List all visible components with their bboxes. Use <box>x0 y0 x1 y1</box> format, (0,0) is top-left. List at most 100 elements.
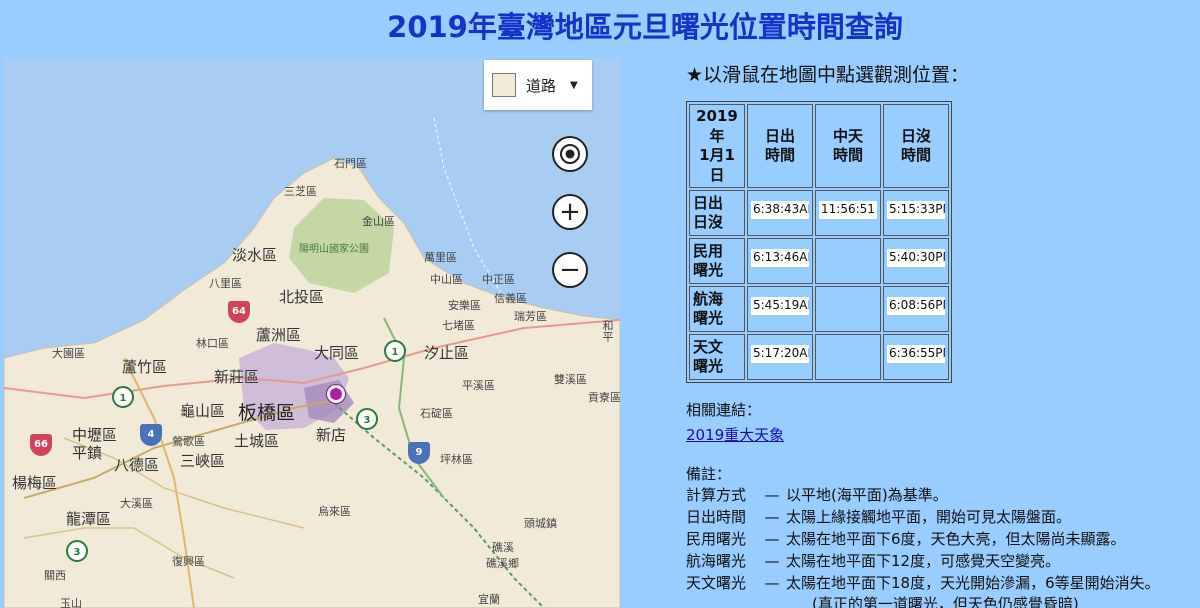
highway-4-shield: 4 <box>140 424 162 446</box>
map-label: 坪林區 <box>440 453 473 466</box>
map-label: 萬里區 <box>424 251 457 264</box>
map-label: 三峽區 <box>180 452 226 470</box>
map-label: 蘆洲區 <box>256 326 302 344</box>
astro-dusk-field[interactable]: 6:36:55PM <box>887 345 945 364</box>
civil-dawn-cell: 6:13:46AM <box>747 238 813 284</box>
map-label: 林口區 <box>196 337 229 350</box>
location-marker[interactable] <box>327 385 345 403</box>
sunset-time-cell: 5:15:33PM <box>883 190 949 236</box>
transit-time-cell: 11:56:51 <box>815 190 881 236</box>
map-label: 大溪區 <box>120 497 153 510</box>
caret-down-icon: ▼ <box>570 79 578 91</box>
row-label-nautical: 航海 曙光 <box>689 286 745 332</box>
map-label: 礁溪 <box>492 541 514 554</box>
empty-cell <box>815 238 881 284</box>
map-label: 平鎮 <box>72 444 103 462</box>
map-label: 復興區 <box>172 555 205 568</box>
highway-64-shield: 64 <box>228 301 250 323</box>
map-label: 楊梅區 <box>12 474 58 492</box>
note-item: 航海曙光 — 太陽在地平面下12度，可感覺天空變亮。 <box>686 552 1061 570</box>
map-label: 頭城鎮 <box>524 517 557 530</box>
civil-dusk-cell: 5:40:30PM <box>883 238 949 284</box>
map-label: 七堵區 <box>442 319 475 332</box>
info-panel: ★以滑鼠在地圖中點選觀測位置： 2019年 1月1日 日出 時間 中天 時間 日沒時… <box>686 60 1196 608</box>
map-label: 三芝區 <box>284 185 317 198</box>
map-label: 蘆竹區 <box>122 358 168 376</box>
map-label: 八德區 <box>114 456 160 474</box>
map-label: 和平 <box>601 320 614 342</box>
map-label: 信義區 <box>494 292 527 305</box>
map-label: 中山區 <box>430 273 463 286</box>
note-extra: (真正的第一道曙光，但天色仍感覺昏暗) <box>812 595 1079 608</box>
map-label: 玉山 <box>60 597 82 608</box>
map-label: 陽明山國家公園 <box>299 244 369 255</box>
sunrise-time-cell: 6:38:43AM <box>747 190 813 236</box>
locate-me-button[interactable] <box>552 136 588 172</box>
sunrise-time-field[interactable]: 6:38:43AM <box>751 201 809 220</box>
corner-year: 2019年 <box>696 107 738 145</box>
map-label: 中正區 <box>482 273 515 286</box>
target-icon <box>560 144 580 164</box>
minus-icon: − <box>559 255 581 285</box>
transit-time-field[interactable]: 11:56:51 <box>819 201 877 220</box>
sunset-time-field[interactable]: 5:15:33PM <box>887 201 945 220</box>
notes-title: 備註： <box>686 465 732 483</box>
map-label: 新店 <box>316 426 347 444</box>
freeway-1-shield: 1 <box>112 386 134 408</box>
astronomy-events-link[interactable]: 2019重大天象 <box>686 424 784 445</box>
map-canvas[interactable]: 石門區 三芝區 金山區 陽明山國家公園 淡水區 萬里區 八里區 北投區 中山區 … <box>4 58 620 608</box>
table-header-row: 2019年 1月1日 日出 時間 中天 時間 日沒 時間 <box>689 104 949 188</box>
nautical-dawn-cell: 5:45:19AM <box>747 286 813 332</box>
map-label: 平溪區 <box>462 379 495 392</box>
map-label: 北投區 <box>279 288 325 306</box>
note-item: 日出時間 — 太陽上緣接觸地平面，開始可見太陽盤面。 <box>686 508 1072 526</box>
note-item: 天文曙光 — 太陽在地平面下18度，天光開始滲漏，6等星開始消失。 <box>686 574 1160 592</box>
map-label: 石門區 <box>334 157 367 170</box>
row-label-sunrise-sunset: 日出 日沒 <box>689 190 745 236</box>
map-layer-label: 道路 <box>526 76 557 95</box>
map-label: 雙溪區 <box>554 373 587 386</box>
table-row: 航海曙光 5:45:19AM 6:08:56PM <box>689 286 949 332</box>
map-label: 龜山區 <box>180 402 226 420</box>
nautical-dusk-field[interactable]: 6:08:56PM <box>887 297 945 316</box>
note-item: 民用曙光 — 太陽在地平面下6度，天色大亮，但太陽尚未顯露。 <box>686 530 1126 548</box>
nautical-dusk-cell: 6:08:56PM <box>883 286 949 332</box>
freeway-3-shield: 3 <box>356 408 378 430</box>
table-row: 日出日沒 6:38:43AM 11:56:51 5:15:33PM <box>689 190 949 236</box>
zoom-out-button[interactable]: − <box>552 252 588 288</box>
nautical-dawn-field[interactable]: 5:45:19AM <box>751 297 809 316</box>
map-label: 宜蘭 <box>478 593 500 606</box>
highway-9-shield: 9 <box>408 442 430 464</box>
civil-dusk-field[interactable]: 5:40:30PM <box>887 249 945 268</box>
map-label: 板橋區 <box>238 402 296 424</box>
map-label: 汐止區 <box>424 344 470 362</box>
map-layer-selector[interactable]: 道路 ▼ <box>484 60 592 110</box>
sun-time-table: 2019年 1月1日 日出時間 中天時間 日沒時間 日出日沒 6:38:43AM… <box>686 101 952 383</box>
freeway-1-shield: 1 <box>384 340 406 362</box>
map-label: 中壢區 <box>72 426 118 444</box>
note-item: 計算方式 — 以平地(海平面)為基準。 <box>686 486 948 504</box>
header-sunset: 日沒 時間 <box>883 104 949 188</box>
civil-dawn-field[interactable]: 6:13:46AM <box>751 249 809 268</box>
corner-date: 1月1日 <box>699 146 735 184</box>
map-label: 關西 <box>44 569 66 582</box>
header-transit: 中天 時間 <box>815 104 881 188</box>
zoom-in-button[interactable]: + <box>552 194 588 230</box>
map-label: 礁溪鄉 <box>486 557 519 570</box>
map-label: 龍潭區 <box>66 510 112 528</box>
links-title: 相關連結： <box>686 401 762 419</box>
row-label-civil: 民用 曙光 <box>689 238 745 284</box>
astro-dusk-cell: 6:36:55PM <box>883 334 949 380</box>
map-label: 淡水區 <box>232 246 278 264</box>
header-sunrise: 日出 時間 <box>747 104 813 188</box>
map-label: 土城區 <box>234 432 280 450</box>
map-label: 貢寮區 <box>588 391 620 404</box>
astro-dawn-field[interactable]: 5:17:20AM <box>751 345 809 364</box>
plus-icon: + <box>559 197 581 227</box>
instruction-text: ★以滑鼠在地圖中點選觀測位置： <box>686 64 970 86</box>
highway-66-shield: 66 <box>30 434 52 456</box>
map-label: 大同區 <box>314 344 360 362</box>
map-layer-thumbnail-icon <box>492 73 516 97</box>
table-row: 天文曙光 5:17:20AM 6:36:55PM <box>689 334 949 380</box>
map-label: 鶯歌區 <box>172 435 205 448</box>
